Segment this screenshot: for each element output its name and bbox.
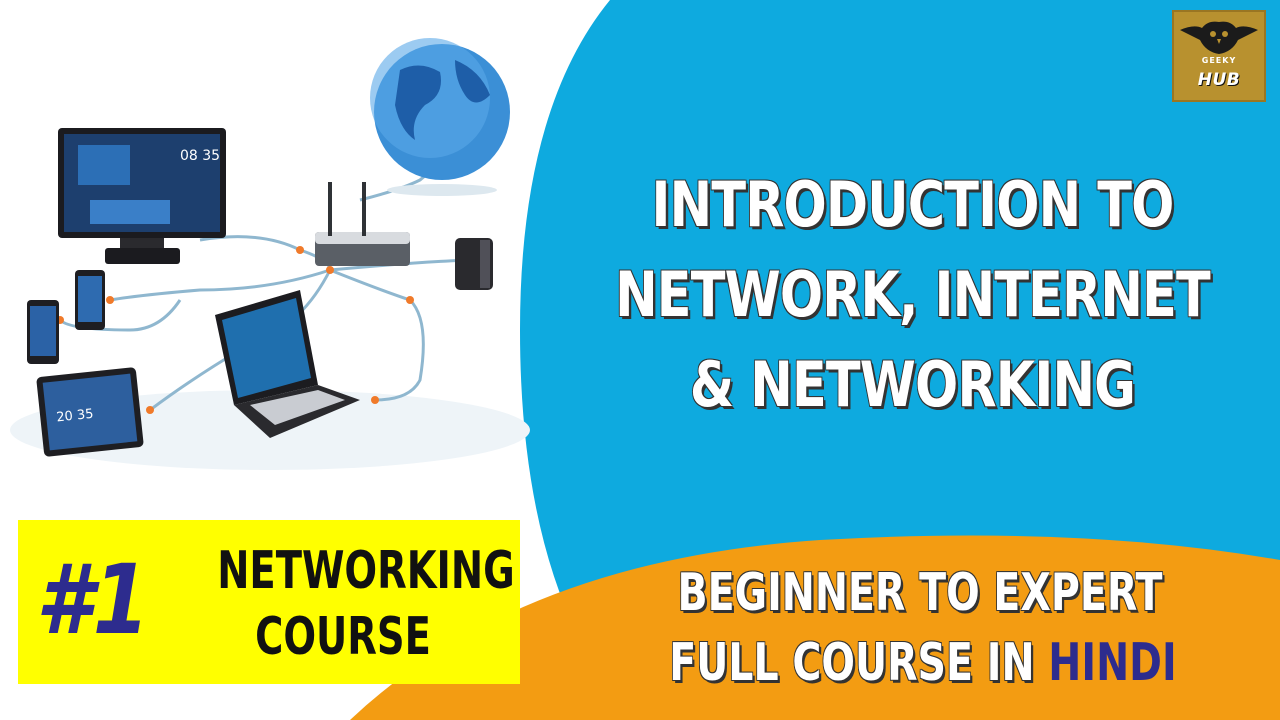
main-title: INTRODUCTION TO NETWORK, INTERNET & NETW… (611, 160, 1214, 430)
title-line-2: NETWORK, INTERNET (615, 258, 1211, 331)
svg-text:08 35: 08 35 (180, 148, 220, 164)
subtitle-line-2: FULL COURSE IN HINDI (669, 628, 1176, 698)
title-line-3: & NETWORKING (689, 348, 1136, 421)
episode-number: #1 (36, 544, 150, 656)
subtitle-line-2-prefix: FULL COURSE IN (669, 633, 1049, 693)
subtitle: BEGINNER TO EXPERT FULL COURSE IN HINDI (669, 558, 1176, 698)
episode-badge: #1 NETWORKING COURSE (18, 520, 520, 684)
subtitle-highlight: HINDI (1048, 633, 1177, 693)
badge-line-2: COURSE (255, 607, 431, 667)
geeky-hub-logo: GEEKY HUB (1172, 10, 1266, 102)
logo-text: HUB (1197, 70, 1241, 90)
network-illustration: 08 35 20 35 (10, 38, 530, 470)
title-line-1: INTRODUCTION TO (651, 168, 1175, 241)
badge-line-1: NETWORKING (217, 541, 515, 601)
logo-subtext: GEEKY (1201, 56, 1237, 65)
badge-label: NETWORKING COURSE (217, 538, 515, 670)
subtitle-line-1: BEGINNER TO EXPERT (677, 563, 1163, 623)
